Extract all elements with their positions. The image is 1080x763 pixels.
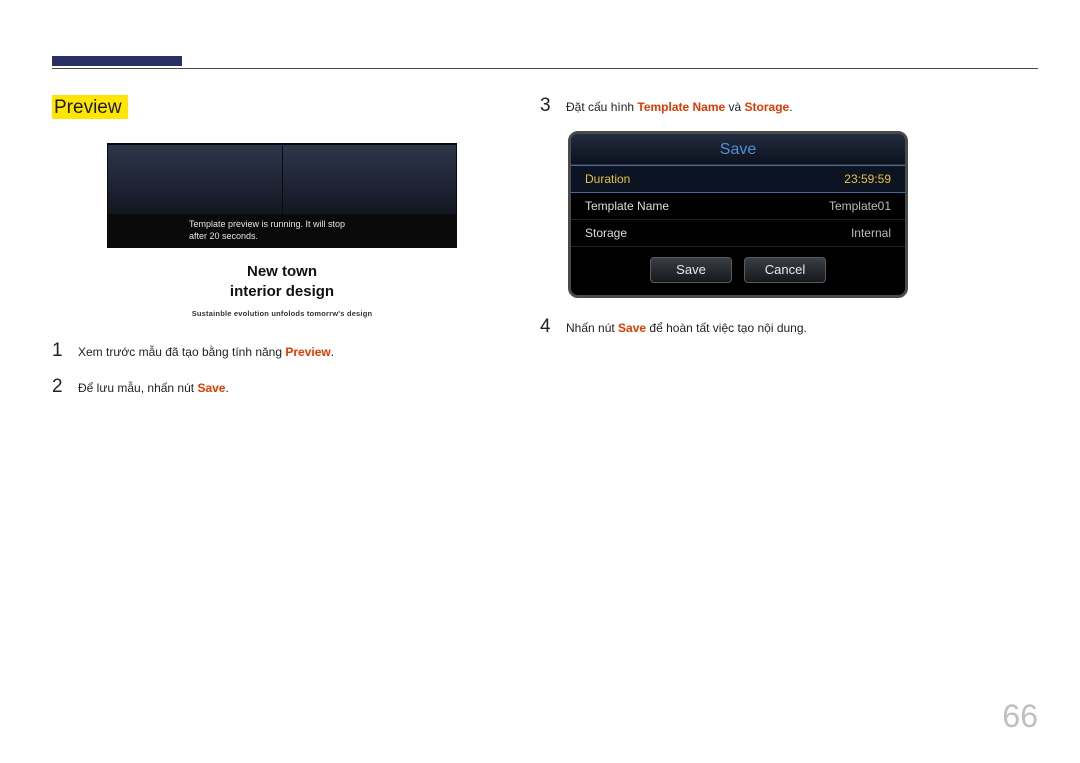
preview-msg-line2: after 20 seconds. [189,231,258,241]
step-text: Xem trước mẫu đã tạo bằng tính năng Prev… [78,343,334,362]
step-number: 3 [540,95,566,117]
page-number: 66 [1002,698,1038,735]
steps-left: 1 Xem trước mẫu đã tạo bằng tính năng Pr… [52,340,502,398]
right-column: 3 Đặt cấu hình Template Name và Storage.… [540,95,1040,352]
figure-caption: New town interior design [107,262,457,303]
dialog-title: Save [571,134,905,165]
highlight-template-name: Template Name [637,100,725,114]
dialog-row-storage[interactable]: Storage Internal [571,220,905,247]
step-3: 3 Đặt cấu hình Template Name và Storage. [540,95,1040,117]
step-number: 2 [52,376,78,398]
preview-panel-left [108,145,282,214]
figure-caption-line2: interior design [230,283,334,300]
figure-caption-line1: New town [247,263,317,280]
chapter-tab-stub [52,56,182,66]
step-number: 4 [540,316,566,338]
save-button[interactable]: Save [650,257,732,283]
page: Preview Template preview is running. It … [0,0,1080,763]
horizontal-rule [52,68,1038,69]
highlight-save: Save [197,381,225,395]
dialog-label: Storage [585,226,627,240]
preview-panel-right [283,145,457,214]
dialog-value-template-name: Template01 [829,199,891,213]
figure-subcaption: Sustainble evolution unfolods tomorrw's … [107,309,457,318]
dialog-row-template-name[interactable]: Template Name Template01 [571,193,905,220]
highlight-preview: Preview [285,345,330,359]
highlight-save: Save [618,321,646,335]
step-number: 1 [52,340,78,362]
preview-msg-line1: Template preview is running. It will sto… [189,219,345,229]
dialog-value-duration: 23:59:59 [844,172,891,186]
highlight-storage: Storage [745,100,790,114]
cancel-button[interactable]: Cancel [744,257,826,283]
step-2: 2 Để lưu mẫu, nhấn nút Save. [52,376,502,398]
dialog-row-duration[interactable]: Duration 23:59:59 [571,165,905,193]
dialog-value-storage: Internal [851,226,891,240]
step-4: 4 Nhấn nút Save để hoàn tất việc tạo nội… [540,316,1040,338]
step-text: Nhấn nút Save để hoàn tất việc tạo nội d… [566,319,807,338]
step-1: 1 Xem trước mẫu đã tạo bằng tính năng Pr… [52,340,502,362]
preview-figure: Template preview is running. It will sto… [107,143,457,318]
left-column: Preview Template preview is running. It … [52,95,502,412]
save-dialog: Save Duration 23:59:59 Template Name Tem… [568,131,908,298]
preview-screen: Template preview is running. It will sto… [107,143,457,248]
section-heading-preview: Preview [52,95,128,119]
step-text: Để lưu mẫu, nhấn nút Save. [78,379,229,398]
preview-running-message: Template preview is running. It will sto… [189,218,409,242]
dialog-label: Template Name [585,199,669,213]
dialog-actions: Save Cancel [571,247,905,295]
dialog-label: Duration [585,172,630,186]
step-text: Đặt cấu hình Template Name và Storage. [566,98,793,117]
